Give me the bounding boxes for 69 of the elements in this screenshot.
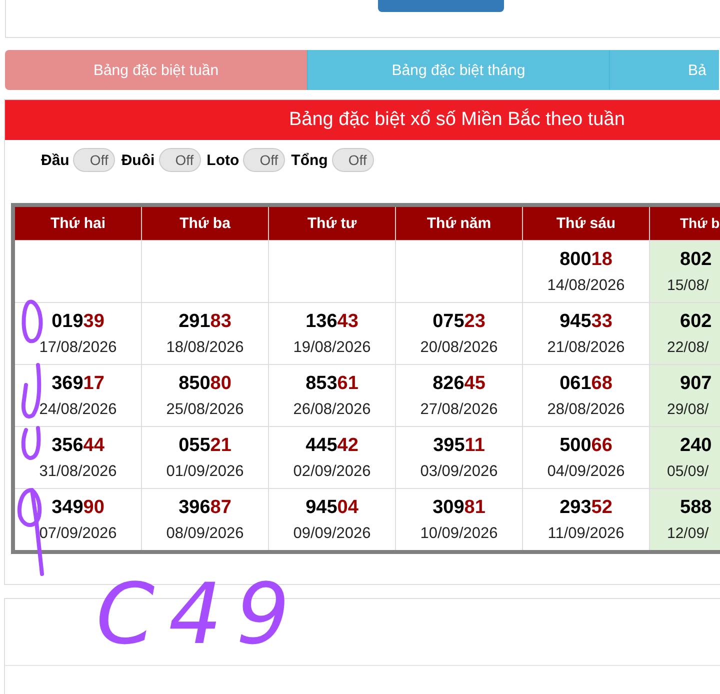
lottery-number: 85080 — [178, 372, 232, 394]
toggle-switch[interactable]: Off — [332, 148, 374, 172]
lottery-number: 44542 — [306, 434, 358, 456]
draw-date: 18/08/2026 — [166, 338, 244, 356]
draw-date: 25/08/2026 — [166, 400, 244, 418]
lottery-number: 602 — [679, 311, 712, 333]
lottery-number: 07523 — [432, 310, 486, 332]
draw-date: 01/09/2026 — [166, 462, 244, 480]
draw-date: 12/09/ — [666, 525, 709, 542]
draw-date: 28/08/2026 — [547, 400, 625, 418]
lottery-number: 36917 — [52, 372, 104, 394]
column-header: Thứ hai — [15, 207, 142, 240]
lottery-number: 30981 — [432, 496, 486, 518]
lottery-number: 39687 — [178, 496, 232, 518]
lottery-number: 34990 — [52, 496, 104, 518]
lottery-number: 05521 — [178, 434, 232, 456]
column-header: Thứ sáu — [523, 207, 650, 240]
draw-date: 27/08/2026 — [420, 400, 498, 418]
toggle-label: Tổng — [291, 152, 328, 168]
column-header: Thứ tư — [269, 207, 396, 240]
lottery-number: 29352 — [560, 496, 612, 518]
toggle-switch[interactable]: Off — [243, 148, 286, 172]
lottery-number: 907 — [679, 373, 712, 395]
lottery-number: 240 — [679, 435, 712, 457]
draw-date: 21/08/2026 — [547, 338, 625, 356]
draw-date: 03/09/2026 — [420, 462, 498, 480]
lottery-number: 94533 — [560, 310, 612, 332]
lottery-number: 50066 — [560, 434, 612, 456]
draw-date: 11/09/2026 — [548, 524, 624, 542]
draw-date: 07/09/2026 — [39, 524, 117, 542]
draw-date: 04/09/2026 — [547, 462, 625, 480]
draw-date: 24/08/2026 — [39, 400, 117, 418]
lottery-number: 06168 — [560, 372, 612, 394]
lottery-number: 94504 — [306, 496, 358, 518]
handwritten-note: C49 — [96, 572, 304, 656]
lottery-number: 588 — [679, 497, 712, 519]
draw-date: 15/08/ — [666, 277, 709, 294]
draw-date: 22/08/ — [666, 339, 709, 356]
draw-date: 02/09/2026 — [293, 462, 371, 480]
lottery-number: 39511 — [433, 434, 485, 456]
panel-title: Bảng đặc biệt xổ số Miền Bắc theo tuần — [5, 100, 720, 140]
draw-date: 31/08/2026 — [39, 462, 117, 480]
draw-date: 29/08/ — [666, 401, 709, 418]
lottery-number: 85361 — [306, 372, 358, 394]
draw-date: 20/08/2026 — [420, 338, 498, 356]
toggle-label: Đầu — [41, 152, 70, 168]
draw-date: 08/09/2026 — [166, 524, 244, 542]
column-header: Thứ ba — [142, 207, 269, 240]
draw-date: 10/09/2026 — [420, 524, 498, 542]
lottery-number: 802 — [679, 249, 712, 271]
lottery-number: 35644 — [52, 434, 104, 456]
column-header: Thứ năm — [396, 207, 523, 240]
lottery-number: 82645 — [432, 372, 486, 394]
lottery-number: 29183 — [178, 310, 232, 332]
draw-date: 05/09/ — [666, 463, 709, 480]
draw-date: 19/08/2026 — [293, 338, 371, 356]
toggle-switch[interactable]: Off — [73, 148, 116, 172]
lottery-number: 01939 — [52, 310, 104, 332]
draw-date: 09/09/2026 — [293, 524, 371, 542]
toggle-label: Loto — [206, 152, 240, 168]
lottery-number: 80018 — [560, 248, 612, 270]
toggle-label: Đuôi — [121, 152, 155, 168]
draw-date: 26/08/2026 — [293, 400, 371, 418]
draw-date: 14/08/2026 — [547, 276, 625, 294]
header-button[interactable] — [378, 0, 504, 12]
lottery-number: 13643 — [306, 310, 358, 332]
draw-date: 17/08/2026 — [39, 338, 117, 356]
column-header: Thứ b — [650, 207, 720, 240]
toggle-switch[interactable]: Off — [158, 148, 201, 172]
